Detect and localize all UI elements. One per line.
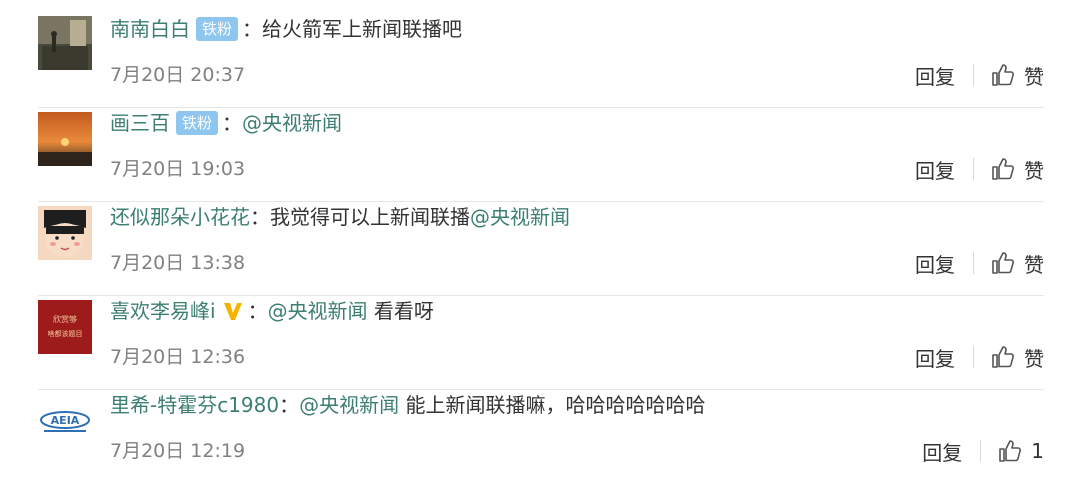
colon: ： [247,299,268,323]
comment-actions: 回复 赞 [915,342,1044,372]
avatar-image [38,112,92,166]
thumbs-up-icon [997,438,1023,464]
like-label: 赞 [1024,346,1044,371]
colon: ： [250,205,270,229]
fan-badge[interactable]: 铁粉 [176,111,219,135]
mention-link[interactable]: @央视新闻 [268,296,368,326]
divider [980,440,982,462]
comment-content: 画三百 铁粉 ： @央视新闻 [110,108,342,138]
divider [973,64,974,86]
like-label: 赞 [1024,252,1044,277]
avatar-text-line1: 欣赏够 [53,314,77,324]
mention-link[interactable]: @央视新闻 [470,202,570,232]
like-button[interactable]: 赞 [990,249,1044,278]
divider [973,252,974,274]
thumbs-up-icon [990,156,1016,182]
like-count: 1 [1031,439,1044,463]
colon: ： [279,393,300,417]
username[interactable]: 喜欢李易峰i [110,296,216,326]
thumbs-up-icon [990,344,1016,370]
comment-item: 画三百 铁粉 ： @央视新闻 7月20日 19:03 回复 赞 [0,108,1080,202]
comment-time: 7月20日 19:03 [110,158,246,180]
comment-content: 南南白白 铁粉 ： 给火箭军上新闻联播吧 [110,14,462,44]
avatar[interactable] [38,112,92,166]
like-button[interactable]: 赞 [990,155,1044,184]
avatar-image [38,206,92,260]
avatar-image [38,16,92,70]
svg-text:AEIA: AEIA [51,414,80,427]
comment-content: 还似那朵小花花 ： 我觉得可以上新闻联播 @央视新闻 [110,202,570,232]
mention-link[interactable]: @央视新闻 [242,108,342,138]
reply-button[interactable]: 回复 [915,155,955,184]
avatar-image: 欣赏够 啥都该题目 [38,300,92,354]
comment-time: 7月20日 20:37 [110,64,246,86]
username[interactable]: 南南白白 [110,14,190,44]
like-label: 赞 [1024,64,1044,89]
username[interactable]: 画三百 [110,108,170,138]
yellow-v-verified-icon [222,300,244,322]
comment-actions: 回复 赞 [915,60,1044,90]
fan-badge[interactable]: 铁粉 [196,17,239,41]
username[interactable]: 里希-特霍芬c1980 [110,390,279,420]
reply-button[interactable]: 回复 [915,343,955,372]
comment-time: 7月20日 13:38 [110,252,246,274]
avatar-image: AEIA [38,394,92,448]
avatar[interactable]: 欣赏够 啥都该题目 [38,300,92,354]
like-button[interactable]: 1 [997,438,1044,464]
comment-text: 看看呀 [367,299,434,323]
comment-content: 喜欢李易峰i ： @央视新闻 看看呀 [110,296,434,326]
avatar[interactable] [38,206,92,260]
colon: ： [242,17,263,41]
comment-actions: 回复 1 [922,436,1044,466]
colon: ： [222,111,243,135]
mention-link[interactable]: @央视新闻 [299,390,399,420]
like-label: 赞 [1024,158,1044,183]
avatar[interactable] [38,16,92,70]
comment-content: 里希-特霍芬c1980 ： @央视新闻 能上新闻联播嘛，哈哈哈哈哈哈哈 [110,390,705,420]
username[interactable]: 还似那朵小花花 [110,202,250,232]
divider [973,158,974,180]
reply-button[interactable]: 回复 [922,437,962,466]
comment-text: 我觉得可以上新闻联播 [270,205,470,229]
avatar[interactable]: AEIA [38,394,92,448]
comment-item: AEIA 里希-特霍芬c1980 ： @央视新闻 能上新闻联播嘛，哈哈哈哈哈哈哈… [0,390,1080,484]
comment-item: 还似那朵小花花 ： 我觉得可以上新闻联播 @央视新闻 7月20日 13:38 回… [0,202,1080,296]
comment-text: 能上新闻联播嘛，哈哈哈哈哈哈哈 [399,393,706,417]
avatar-text-line2: 啥都该题目 [48,329,83,338]
comment-time: 7月20日 12:36 [110,346,246,368]
reply-button[interactable]: 回复 [915,249,955,278]
comment-item: 欣赏够 啥都该题目 喜欢李易峰i ： @央视新闻 看看呀 7月20日 12:36… [0,296,1080,390]
comment-item: 南南白白 铁粉 ： 给火箭军上新闻联播吧 7月20日 20:37 回复 赞 [0,14,1080,108]
divider [973,346,974,368]
thumbs-up-icon [990,250,1016,276]
comment-time: 7月20日 12:19 [110,440,246,462]
comment-actions: 回复 赞 [915,154,1044,184]
thumbs-up-icon [990,62,1016,88]
like-button[interactable]: 赞 [990,343,1044,372]
comment-list: 南南白白 铁粉 ： 给火箭军上新闻联播吧 7月20日 20:37 回复 赞 画三… [0,0,1080,471]
reply-button[interactable]: 回复 [915,61,955,90]
comment-text: 给火箭军上新闻联播吧 [262,17,463,41]
like-button[interactable]: 赞 [990,61,1044,90]
comment-actions: 回复 赞 [915,248,1044,278]
